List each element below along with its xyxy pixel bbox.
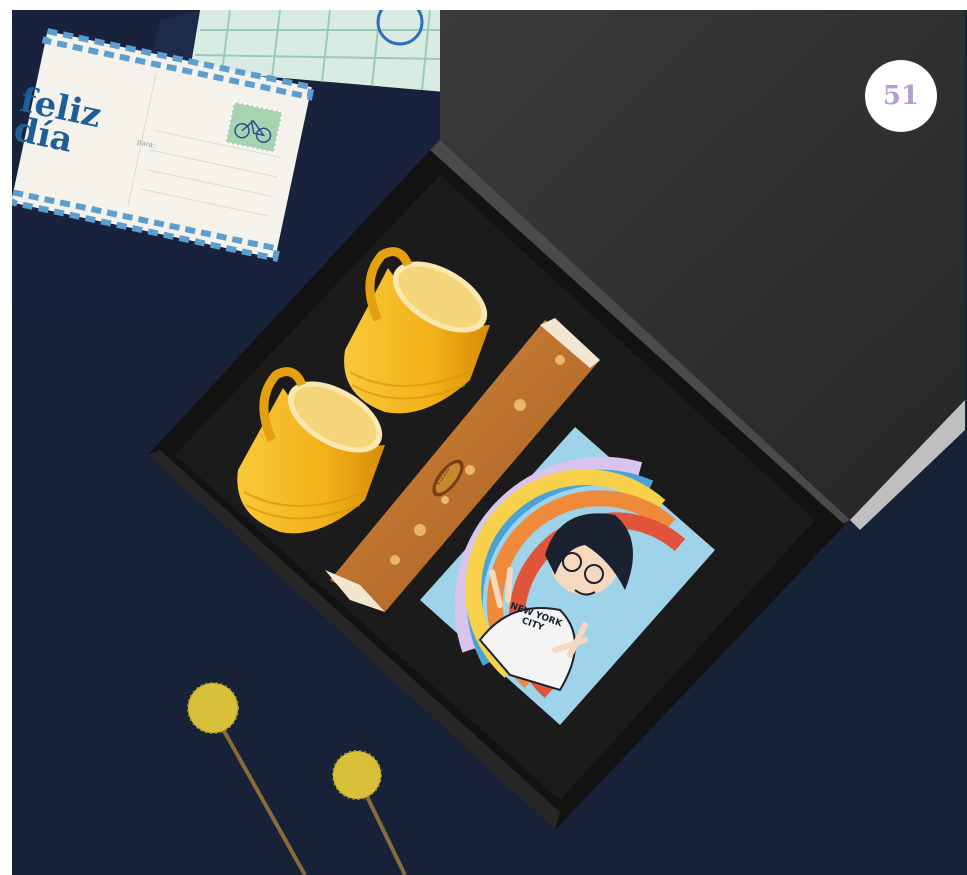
postcard-greeting: feliz día — [12, 80, 105, 161]
gift-box-scene — [12, 10, 967, 875]
bicycle-stamp-icon — [224, 100, 285, 155]
product-photo: feliz día para: Vizzio NEW YORK CITY — [12, 10, 967, 875]
number-badge: 51 — [865, 60, 937, 132]
